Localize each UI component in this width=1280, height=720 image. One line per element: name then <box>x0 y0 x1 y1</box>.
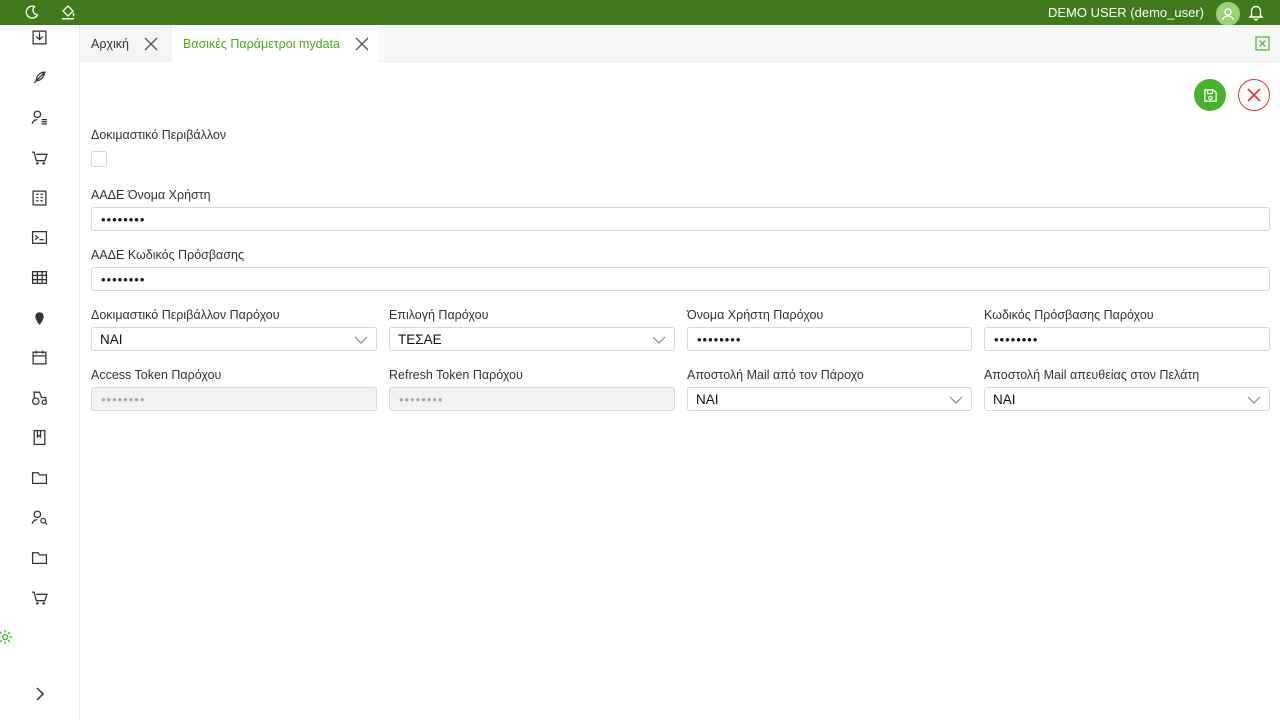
tab-label: Βασικές Παράμετροι mydata <box>183 36 340 51</box>
refresh-token-input: •••••••• <box>389 387 675 411</box>
provider-test-env-select[interactable]: ΝΑΙ <box>91 327 377 351</box>
provider-password-input[interactable]: •••••••• <box>984 327 1270 351</box>
building-icon[interactable] <box>29 187 49 207</box>
provider-select-label: Επιλογή Παρόχου <box>389 308 489 322</box>
tab-bar: Αρχική Βασικές Παράμετροι mydata <box>80 25 1280 62</box>
mail-from-provider-label: Αποστολή Mail από τον Πάροχο <box>687 368 864 382</box>
close-icon[interactable] <box>144 37 158 51</box>
user-list-icon[interactable] <box>29 107 49 127</box>
save-button[interactable] <box>1194 79 1226 111</box>
bookmark-icon[interactable] <box>29 427 49 447</box>
test-env-label: Δοκιμαστικό Περιβάλλον <box>91 128 227 142</box>
user-search-icon[interactable] <box>29 507 49 527</box>
top-bar: DEMO USER (demo_user) <box>0 0 1280 26</box>
calendar-icon[interactable] <box>29 347 49 367</box>
chevron-down-icon <box>652 336 666 344</box>
provider-select[interactable]: ΤΕΣΑΕ <box>389 327 675 351</box>
bell-icon[interactable] <box>1247 3 1265 21</box>
tab-label: Αρχική <box>91 36 129 51</box>
table-icon[interactable] <box>29 267 49 287</box>
provider-username-label: Όνομα Χρήστη Παρόχου <box>687 308 824 322</box>
select-value: ΤΕΣΑΕ <box>398 331 442 347</box>
aade-password-label: ΑΑΔΕ Κωδικός Πρόσβασης <box>91 248 244 262</box>
terminal-icon[interactable] <box>29 227 49 247</box>
tab-mydata-params[interactable]: Βασικές Παράμετροι mydata <box>172 25 378 62</box>
user-name[interactable]: DEMO USER (demo_user) <box>1048 5 1204 20</box>
close-all-tabs-icon[interactable] <box>1255 36 1270 51</box>
refresh-token-label: Refresh Token Παρόχου <box>389 368 523 382</box>
provider-username-input[interactable]: •••••••• <box>687 327 972 351</box>
cancel-button[interactable] <box>1238 79 1270 111</box>
tractor-icon[interactable] <box>29 387 49 407</box>
paint-bucket-icon[interactable] <box>58 2 78 22</box>
select-value: ΝΑΙ <box>993 391 1016 407</box>
feather-icon[interactable] <box>29 67 49 87</box>
mail-from-provider-select[interactable]: ΝΑΙ <box>687 387 972 411</box>
folder-icon[interactable] <box>29 547 49 567</box>
cart-icon[interactable] <box>29 147 49 167</box>
tab-home[interactable]: Αρχική <box>80 25 172 62</box>
folder-icon[interactable] <box>29 467 49 487</box>
moon-icon[interactable] <box>22 2 42 22</box>
close-icon <box>1247 88 1261 102</box>
aade-username-label: ΑΑΔΕ Όνομα Χρήστη <box>91 188 211 202</box>
inbox-icon[interactable] <box>29 27 49 47</box>
floppy-disk-icon <box>1203 88 1217 102</box>
chevron-down-icon <box>354 336 368 344</box>
provider-password-label: Κωδικός Πρόσβασης Παρόχου <box>984 308 1154 322</box>
chevron-down-icon <box>1247 396 1261 404</box>
close-icon[interactable] <box>355 37 369 51</box>
aade-password-input[interactable]: •••••••• <box>91 267 1270 291</box>
access-token-input: •••••••• <box>91 387 377 411</box>
select-value: ΝΑΙ <box>100 331 123 347</box>
chevron-right-icon[interactable] <box>31 685 49 703</box>
user-avatar-icon[interactable] <box>1216 2 1240 26</box>
select-value: ΝΑΙ <box>696 391 719 407</box>
sidebar <box>0 25 80 720</box>
chevron-down-icon <box>949 396 963 404</box>
mail-to-customer-select[interactable]: ΝΑΙ <box>984 387 1270 411</box>
location-icon[interactable] <box>29 307 49 327</box>
mail-to-customer-label: Αποστολή Mail απευθείας στον Πελάτη <box>984 368 1200 382</box>
provider-test-env-label: Δοκιμαστικό Περιβάλλον Παρόχου <box>91 308 280 322</box>
aade-username-input[interactable]: •••••••• <box>91 207 1270 231</box>
access-token-label: Access Token Παρόχου <box>91 368 222 382</box>
cart-icon[interactable] <box>29 587 49 607</box>
test-env-checkbox[interactable] <box>91 151 107 167</box>
gear-icon[interactable] <box>0 629 13 645</box>
